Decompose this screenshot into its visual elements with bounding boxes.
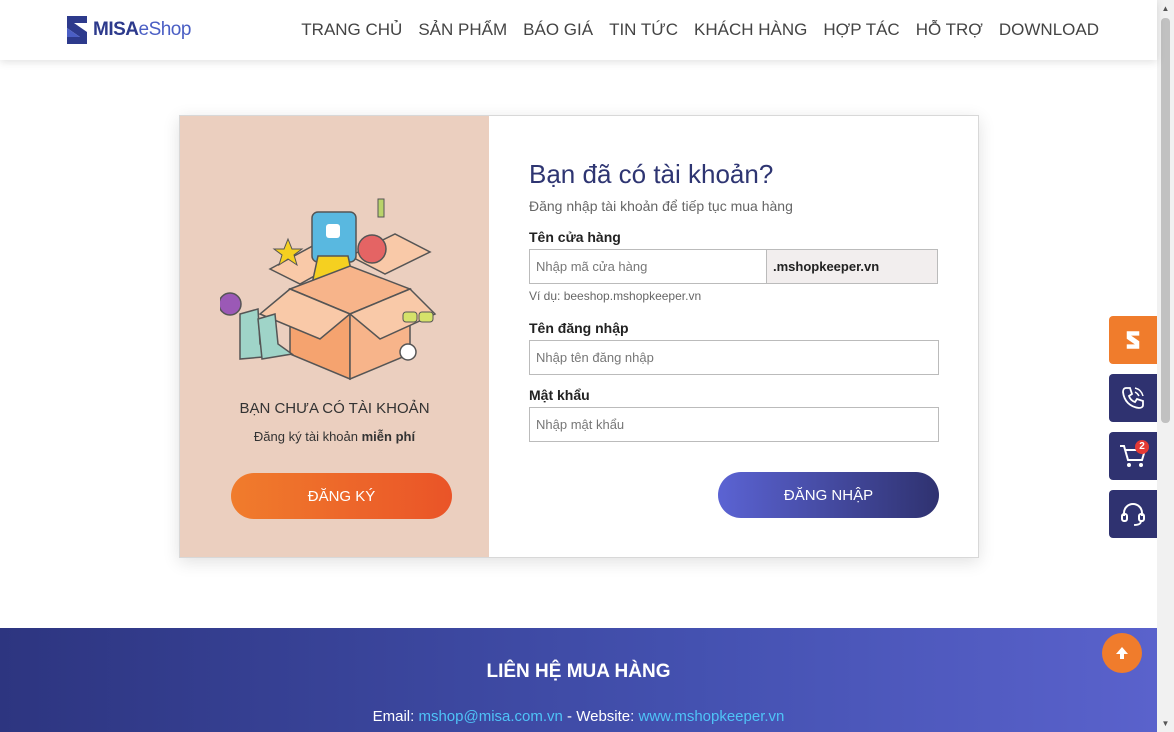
- scroll-up-arrow-icon[interactable]: ▲: [1157, 0, 1174, 17]
- login-panel: Bạn đã có tài khoản? Đăng nhập tài khoản…: [489, 116, 978, 557]
- nav-khach-hang[interactable]: KHÁCH HÀNG: [694, 20, 807, 40]
- nav-tin-tuc[interactable]: TIN TỨC: [609, 20, 678, 40]
- shopping-box-illustration: [220, 198, 437, 381]
- call-button[interactable]: [1109, 374, 1157, 422]
- logo-s-icon: [67, 16, 87, 44]
- headset-icon: [1121, 502, 1145, 526]
- store-code-input[interactable]: [529, 249, 767, 284]
- misa-shortcut-button[interactable]: [1109, 316, 1157, 364]
- cart-button[interactable]: 2: [1109, 432, 1157, 480]
- auth-card: BẠN CHƯA CÓ TÀI KHOẢN Đăng ký tài khoản …: [179, 115, 979, 558]
- register-free-note: Đăng ký tài khoản miễn phí: [180, 429, 489, 444]
- nav-download[interactable]: DOWNLOAD: [999, 20, 1099, 40]
- website-label: - Website:: [562, 708, 639, 725]
- register-note-free: miễn phí: [361, 429, 416, 444]
- nav-ho-tro[interactable]: HỖ TRỢ: [916, 20, 983, 40]
- login-subtitle: Đăng nhập tài khoản để tiếp tục mua hàng: [529, 198, 793, 214]
- misa-eshop-logo[interactable]: MISAeShop: [64, 13, 191, 47]
- scroll-thumb[interactable]: [1161, 18, 1170, 423]
- logo-s-icon: [1126, 331, 1140, 349]
- email-label: Email:: [372, 708, 419, 725]
- username-label: Tên đăng nhập: [529, 320, 629, 336]
- main-nav: TRANG CHỦ SẢN PHẨM BÁO GIÁ TIN TỨC KHÁCH…: [285, 0, 1099, 60]
- login-title: Bạn đã có tài khoản?: [529, 159, 774, 189]
- login-button[interactable]: ĐĂNG NHẬP: [718, 472, 939, 518]
- store-name-label: Tên cửa hàng: [529, 229, 621, 245]
- username-input[interactable]: [529, 340, 939, 375]
- nav-bao-gia[interactable]: BÁO GIÁ: [523, 20, 593, 40]
- store-example-hint: Ví dụ: beeshop.mshopkeeper.vn: [529, 289, 702, 303]
- nav-hop-tac[interactable]: HỢP TÁC: [823, 20, 899, 40]
- scroll-down-arrow-icon[interactable]: ▼: [1157, 715, 1174, 732]
- page-scrollbar[interactable]: ▲ ▼: [1157, 0, 1174, 732]
- arrow-up-icon: [1116, 647, 1128, 659]
- register-note-prefix: Đăng ký tài khoản: [253, 429, 362, 444]
- password-label: Mật khẩu: [529, 387, 590, 403]
- phone-icon: [1122, 387, 1144, 409]
- scroll-to-top-button[interactable]: [1102, 633, 1142, 673]
- logo-text: MISAeShop: [93, 19, 191, 41]
- nav-san-pham[interactable]: SẢN PHẨM: [418, 20, 507, 40]
- site-header: MISAeShop TRANG CHỦ SẢN PHẨM BÁO GIÁ TIN…: [0, 0, 1157, 60]
- register-button[interactable]: ĐĂNG KÝ: [231, 473, 452, 519]
- website-link[interactable]: www.mshopkeeper.vn: [638, 708, 784, 725]
- footer-contact-line: Email: mshop@misa.com.vn - Website: www.…: [0, 708, 1157, 725]
- register-panel: BẠN CHƯA CÓ TÀI KHOẢN Đăng ký tài khoản …: [180, 116, 489, 557]
- footer-title: LIÊN HỆ MUA HÀNG: [486, 661, 671, 682]
- store-domain-suffix: .mshopkeeper.vn: [767, 249, 938, 284]
- contact-footer: LIÊN HỆ MUA HÀNG Email: mshop@misa.com.v…: [0, 628, 1157, 732]
- nav-trang-chu[interactable]: TRANG CHỦ: [301, 20, 402, 40]
- support-button[interactable]: [1109, 490, 1157, 538]
- logo-text-misa: MISA: [93, 19, 139, 40]
- cart-count-badge: 2: [1135, 440, 1149, 454]
- logo-text-eshop: eShop: [138, 19, 192, 40]
- password-input[interactable]: [529, 407, 939, 442]
- email-link[interactable]: mshop@misa.com.vn: [418, 708, 562, 725]
- no-account-heading: BẠN CHƯA CÓ TÀI KHOẢN: [239, 400, 430, 417]
